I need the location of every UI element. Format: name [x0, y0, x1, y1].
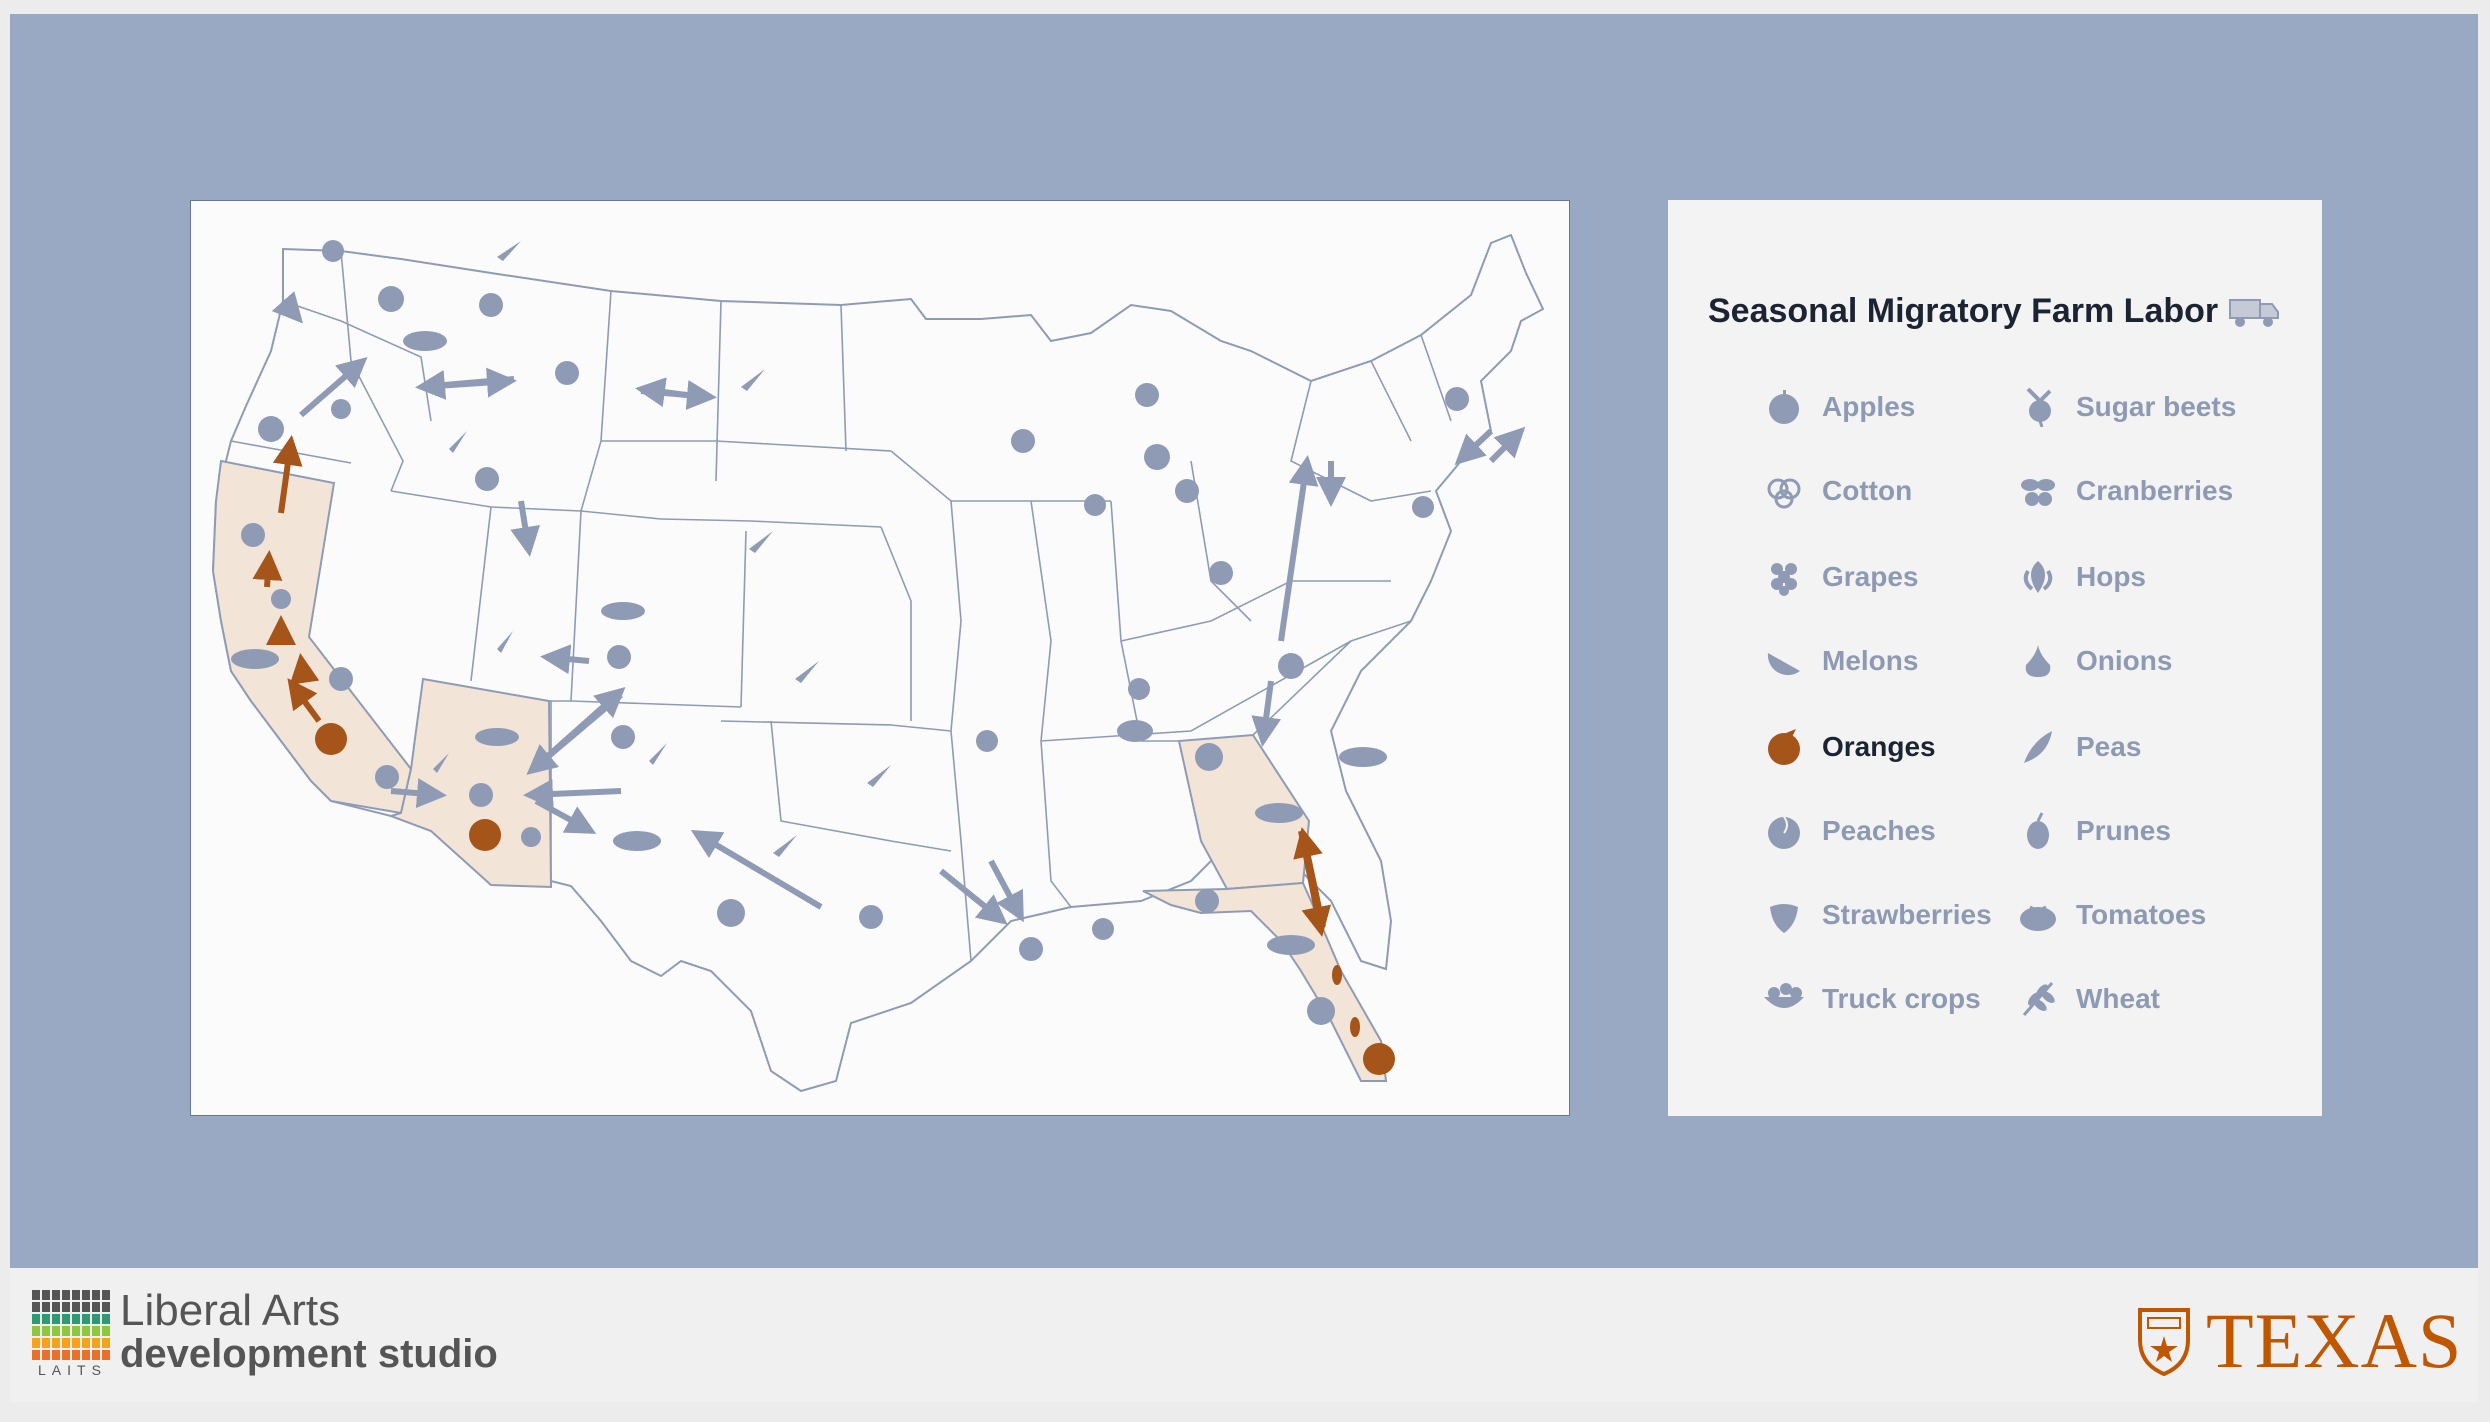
map-melon-icon: [601, 602, 645, 620]
map-sugar-beet-icon: [475, 467, 499, 491]
map-strawberry-icon: [1092, 918, 1114, 940]
texas-wordmark: TEXAS: [2206, 1297, 2463, 1384]
laits-abbrev: LAITS: [38, 1362, 107, 1378]
wheat-icon: [2016, 977, 2060, 1021]
onion-icon: [2016, 639, 2060, 683]
map-apple-icon: [1278, 653, 1304, 679]
map-truck-crops-icon: [1267, 935, 1315, 955]
map-cranberry-icon: [1011, 429, 1035, 453]
map-apple-icon: [1144, 444, 1170, 470]
peach-icon: [1762, 809, 1806, 853]
map-hops-icon: [521, 827, 541, 847]
legend-item-tomatoes[interactable]: Tomatoes: [2016, 892, 2206, 938]
texas-logo[interactable]: TEXAS: [2136, 1296, 2462, 1386]
map-hops-icon: [331, 399, 351, 419]
map-peach-icon: [1307, 997, 1335, 1025]
apple-icon: [1762, 385, 1806, 429]
map-sugar-beet-icon: [329, 667, 353, 691]
map-truck-crops-icon: [613, 831, 661, 851]
legend-item-wheat[interactable]: Wheat: [2016, 976, 2160, 1022]
pea-icon: [2016, 725, 2060, 769]
sugar-beet-icon: [2016, 385, 2060, 429]
grapes-icon: [1762, 555, 1806, 599]
map-cotton-icon: [469, 783, 493, 807]
us-outline: [211, 233, 1545, 1093]
map-strawberry-icon: [1412, 496, 1434, 518]
laits-grid-icon: [32, 1290, 110, 1360]
us-map-panel: [190, 200, 1570, 1116]
map-strawberry-icon: [1195, 889, 1219, 913]
legend-item-strawberries[interactable]: Strawberries: [1762, 892, 1992, 938]
map-tomato-icon: [1117, 720, 1153, 742]
map-strawberry-icon: [976, 730, 998, 752]
us-map: [211, 233, 1545, 1093]
legend-title: Seasonal Migratory Farm Labor: [1708, 292, 2219, 330]
map-orange-icon: [1363, 1043, 1395, 1075]
truck-icon: [2228, 290, 2280, 335]
map-grapes-icon: [1445, 387, 1469, 411]
melon-icon: [1762, 639, 1806, 683]
cranberry-icon: [2016, 469, 2060, 513]
legend-item-cotton[interactable]: Cotton: [1762, 468, 1912, 514]
map-orange-slice: [1332, 965, 1342, 985]
hops-icon: [2016, 555, 2060, 599]
map-truck-crops-icon: [1255, 803, 1303, 823]
map-truck-crops-icon: [403, 331, 447, 351]
map-onion-icon: [1209, 561, 1233, 585]
legend-item-melons[interactable]: Melons: [1762, 638, 1918, 684]
map-orange-icon: [469, 819, 501, 851]
map-cotton-icon: [1019, 937, 1043, 961]
map-strawberry-icon: [322, 240, 344, 262]
map-strawberry-icon: [1084, 494, 1106, 516]
map-apple-icon: [717, 899, 745, 927]
cotton-icon: [1762, 469, 1806, 513]
map-apple-icon: [258, 416, 284, 442]
legend-item-grapes[interactable]: Grapes: [1762, 554, 1919, 600]
strawberry-icon: [1762, 893, 1806, 937]
map-orange-slice: [1350, 1017, 1360, 1037]
legend-item-cranberries[interactable]: Cranberries: [2016, 468, 2233, 514]
map-melon-icon: [475, 728, 519, 746]
brand-line1: Liberal Arts: [120, 1286, 341, 1335]
legend-panel: Seasonal Migratory Farm Labor Apples Cot…: [1668, 200, 2322, 1116]
tomato-icon: [2016, 893, 2060, 937]
orange-icon: [1762, 725, 1806, 769]
legend-item-peaches[interactable]: Peaches: [1762, 808, 1936, 854]
map-apple-icon: [1195, 743, 1223, 771]
map-grapes-icon: [1175, 479, 1199, 503]
legend-item-oranges[interactable]: Oranges: [1762, 724, 1936, 770]
truck-crops-icon: [1762, 977, 1806, 1021]
map-wheat-icon: [497, 241, 521, 261]
legend-item-peas[interactable]: Peas: [2016, 724, 2141, 770]
legend-item-prunes[interactable]: Prunes: [2016, 808, 2171, 854]
map-sugar-beet-icon: [607, 645, 631, 669]
map-cotton-icon: [859, 905, 883, 929]
brand-line2: development studio: [120, 1332, 498, 1376]
legend-item-sugar-beets[interactable]: Sugar beets: [2016, 384, 2236, 430]
map-peach-icon: [241, 523, 265, 547]
map-prune-icon: [271, 589, 291, 609]
legend-item-apples[interactable]: Apples: [1762, 384, 1915, 430]
map-cotton-icon: [375, 765, 399, 789]
legend-item-truck-crops[interactable]: Truck crops: [1762, 976, 1981, 1022]
map-sugar-beet-icon: [1135, 383, 1159, 407]
map-cranberry-icon: [479, 293, 503, 317]
map-strawberry-icon: [1128, 678, 1150, 700]
map-sugar-beet-icon: [555, 361, 579, 385]
map-apple-icon: [378, 286, 404, 312]
map-truck-crops-icon: [231, 649, 279, 669]
legend-item-hops[interactable]: Hops: [2016, 554, 2146, 600]
map-cotton-icon: [611, 725, 635, 749]
stage: Seasonal Migratory Farm Labor Apples Cot…: [10, 14, 2478, 1268]
legend-item-onions[interactable]: Onions: [2016, 638, 2172, 684]
ut-seal-icon: [2138, 1308, 2190, 1376]
map-truck-crops-icon: [1339, 747, 1387, 767]
map-orange-icon: [315, 723, 347, 755]
prune-icon: [2016, 809, 2060, 853]
